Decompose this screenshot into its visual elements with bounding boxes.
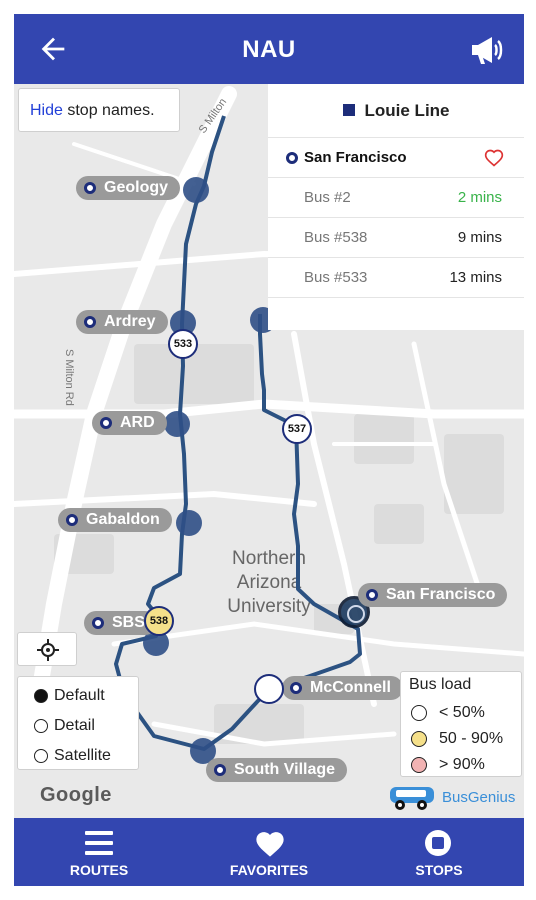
stop-marker-gabaldon[interactable] (176, 510, 202, 536)
line-name: Louie Line (364, 101, 450, 120)
route-map[interactable]: S Milton S Milton Rd Northern Arizona Un… (14, 84, 524, 818)
arrival-row[interactable]: Bus #533 13 mins (268, 258, 524, 298)
stop-icon (425, 830, 451, 856)
street-label: S Milton Rd (63, 349, 75, 406)
list-icon (85, 831, 113, 855)
radio-selected (34, 689, 48, 703)
bus-eta: 13 mins (449, 269, 502, 286)
hide-link[interactable]: Hide (30, 102, 63, 119)
stop-label-mcconnell[interactable]: McConnell (282, 676, 403, 700)
legend-item: > 90% (409, 752, 521, 778)
stop-label-south-village[interactable]: South Village (206, 758, 348, 782)
hide-stop-names-toggle[interactable]: Hide stop names. (18, 88, 180, 132)
selected-stop-name: San Francisco (304, 149, 407, 166)
hide-toggle-text: stop names. (67, 102, 155, 119)
line-header: Louie Line (268, 84, 524, 138)
app-bar: NAU (14, 14, 524, 84)
line-info-panel: Louie Line San Francisco Bus #2 2 mins B… (268, 84, 524, 330)
bus-marker-mcconnell[interactable] (254, 674, 284, 704)
radio-unselected (34, 749, 48, 763)
tab-label: ROUTES (69, 862, 129, 878)
bus-marker-538[interactable]: 538 (144, 606, 174, 636)
busgenius-text: BusGenius (442, 789, 516, 806)
stop-ring-icon (286, 152, 298, 164)
stop-label-gabaldon[interactable]: Gabaldon (58, 508, 172, 532)
stop-label-ardrey[interactable]: Ardrey (76, 310, 168, 334)
app-screen: NAU S Milton S Milton Rd Northern Arizon… (14, 14, 524, 886)
stop-marker-geology[interactable] (183, 177, 209, 203)
heart-outline-icon[interactable] (484, 148, 504, 168)
legend-item: 50 - 90% (409, 726, 521, 752)
bus-eta: 2 mins (457, 189, 502, 206)
legend-title: Bus load (409, 676, 472, 693)
map-type-detail[interactable]: Detail (18, 711, 138, 741)
megaphone-icon[interactable] (468, 34, 504, 66)
tab-stops[interactable]: STOPS (364, 818, 514, 886)
bus-number: Bus #538 (304, 229, 368, 246)
tab-routes[interactable]: ROUTES (24, 818, 174, 886)
map-type-selector: Default Detail Satellite (17, 676, 139, 770)
tab-favorites[interactable]: FAVORITES (194, 818, 344, 886)
arrival-row[interactable]: Bus #2 2 mins (268, 178, 524, 218)
stop-label-geology[interactable]: Geology (76, 176, 181, 200)
crosshair-icon (37, 639, 59, 661)
radio-unselected (34, 719, 48, 733)
arrival-row[interactable]: Bus #538 9 mins (268, 218, 524, 258)
busgenius-logo: BusGenius (388, 784, 522, 814)
stop-label-san-francisco[interactable]: San Francisco (358, 583, 508, 607)
bus-marker-537[interactable]: 537 (282, 414, 312, 444)
line-color-swatch (342, 104, 355, 116)
legend-item: < 50% (409, 700, 521, 726)
tab-label: STOPS (415, 862, 463, 878)
map-type-satellite[interactable]: Satellite (18, 741, 138, 771)
stop-label-ard[interactable]: ARD (92, 411, 167, 435)
map-type-default[interactable]: Default (18, 681, 138, 711)
stop-marker-ard[interactable] (164, 411, 190, 437)
bus-icon (390, 787, 434, 810)
bus-marker-533[interactable]: 533 (168, 329, 198, 359)
selected-stop-row[interactable]: San Francisco (268, 138, 524, 178)
page-title: NAU (242, 36, 296, 63)
bus-eta: 9 mins (457, 229, 502, 246)
tab-label: FAVORITES (229, 862, 309, 878)
campus-label: University (227, 596, 311, 617)
tab-bar: ROUTES FAVORITES STOPS (14, 818, 524, 886)
my-location-button[interactable] (17, 632, 77, 666)
google-logo: Google (40, 784, 112, 806)
campus-label: Arizona (237, 572, 302, 593)
bus-number: Bus #533 (304, 269, 368, 286)
bus-number: Bus #2 (304, 189, 351, 206)
heart-icon (256, 832, 284, 857)
campus-label: Northern (232, 548, 306, 569)
bus-load-legend: Bus load < 50% 50 - 90% > 90% (400, 671, 522, 777)
